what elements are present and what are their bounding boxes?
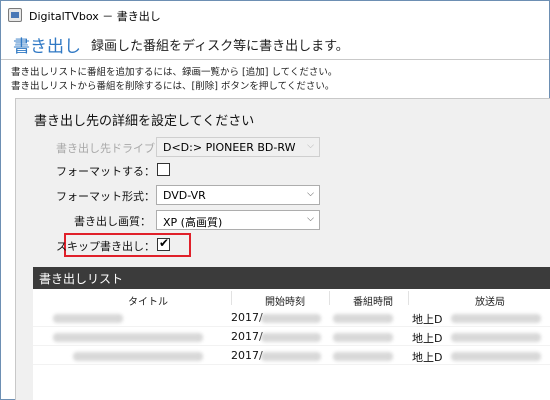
check-mark-icon: ✔ — [159, 236, 170, 250]
format-label: フォーマットする： — [56, 165, 155, 178]
instruction-delete: 書き出しリストから番組を削除するには、[削除] ボタンを押してください。 — [11, 81, 335, 92]
export-list-title: 書き出しリスト — [39, 272, 124, 286]
quality-value: XP (高画質) — [163, 216, 223, 229]
column-start-time[interactable]: 開始時刻 — [265, 293, 305, 308]
quality-label: 書き出し画質： — [74, 215, 151, 228]
table-row[interactable]: 2017/ 地上D — [33, 328, 550, 346]
redacted-title — [53, 314, 123, 323]
instruction-add: 書き出しリストに番組を追加するには、録画一覧から [追加] してください。 — [11, 67, 338, 78]
header-divider — [1, 59, 549, 60]
page-header: 書き出し 録画した番組をディスク等に書き出します。 — [1, 29, 549, 59]
chevron-down-icon: ⌵ — [307, 189, 314, 199]
table-row[interactable]: 2017/ 地上D — [33, 347, 550, 365]
redacted-duration — [333, 333, 393, 342]
page-title: 書き出し — [13, 37, 81, 57]
title-bar: DigitalTVbox － 書き出し — [1, 1, 549, 29]
start-time-cell: 2017/ — [231, 330, 263, 343]
redacted-title — [53, 333, 203, 342]
channel-cell: 地上D — [412, 332, 443, 345]
format-checkbox[interactable] — [157, 163, 170, 176]
skip-checkbox[interactable]: ✔ — [157, 236, 170, 251]
skip-label: スキップ書き出し： — [56, 240, 155, 253]
column-channel[interactable]: 放送局 — [475, 293, 505, 308]
redacted-start — [261, 314, 321, 323]
redacted-start — [261, 333, 321, 342]
column-separator — [231, 291, 232, 305]
drive-select: D<D:> PIONEER BD-RW ⌵ — [156, 137, 320, 157]
format-type-select[interactable]: DVD-VR ⌵ — [156, 185, 320, 205]
column-title[interactable]: タイトル — [128, 293, 168, 308]
app-window: DigitalTVbox － 書き出し 書き出し 録画した番組をディスク等に書き… — [0, 0, 550, 400]
redacted-channel — [451, 352, 541, 361]
redacted-channel — [451, 333, 541, 342]
page-description: 録画した番組をディスク等に書き出します。 — [91, 39, 349, 54]
column-duration[interactable]: 番組時間 — [353, 293, 393, 308]
column-separator — [408, 291, 409, 305]
chevron-down-icon: ⌵ — [307, 214, 314, 224]
redacted-title — [73, 352, 203, 361]
redacted-duration — [333, 314, 393, 323]
format-type-label: フォーマット形式： — [56, 190, 155, 203]
channel-cell: 地上D — [412, 313, 443, 326]
start-time-cell: 2017/ — [231, 311, 263, 324]
chevron-down-icon: ⌵ — [307, 141, 314, 151]
redacted-channel — [451, 314, 541, 323]
column-separator — [329, 291, 330, 305]
export-list[interactable]: タイトル 開始時刻 番組時間 放送局 2017/ 地上D 2017/ 地上D 2… — [33, 289, 550, 400]
settings-section-title: 書き出し先の詳細を設定してください — [34, 114, 255, 129]
app-icon — [8, 8, 22, 22]
redacted-duration — [333, 352, 393, 361]
start-time-cell: 2017/ — [231, 349, 263, 362]
redacted-start — [261, 352, 321, 361]
format-type-value: DVD-VR — [163, 189, 206, 202]
channel-cell: 地上D — [412, 351, 443, 364]
quality-select[interactable]: XP (高画質) ⌵ — [156, 210, 320, 230]
drive-label: 書き出し先ドライブ： — [56, 142, 166, 155]
export-list-header: 書き出しリスト — [33, 267, 550, 289]
settings-panel: 書き出し先の詳細を設定してください 書き出し先ドライブ： D<D:> PIONE… — [15, 98, 550, 400]
drive-select-value: D<D:> PIONEER BD-RW — [163, 141, 296, 154]
table-row[interactable]: 2017/ 地上D — [33, 309, 550, 327]
window-title: DigitalTVbox － 書き出し — [29, 10, 161, 23]
